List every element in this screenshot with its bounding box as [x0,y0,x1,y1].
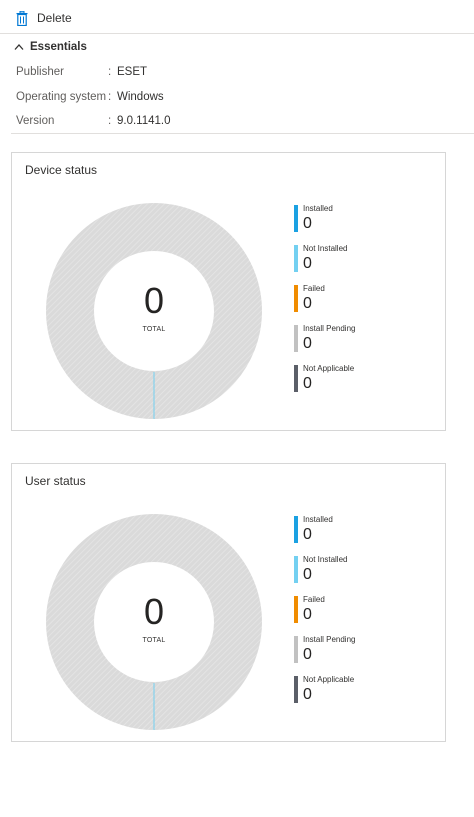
legend-label: Installed [303,515,333,524]
legend-item-install-pending[interactable]: Install Pending 0 [294,323,434,353]
legend-count: 0 [303,606,312,623]
legend-count: 0 [303,295,312,312]
essentials-title: Essentials [30,41,87,53]
device-total-label: TOTAL [142,326,166,333]
legend-label: Installed [303,204,333,213]
legend-count: 0 [303,646,312,663]
prop-key: Operating system [16,91,107,103]
legend-count: 0 [303,255,312,272]
legend-item-failed[interactable]: Failed 0 [294,283,434,313]
legend-item-failed[interactable]: Failed 0 [294,594,434,624]
legend-color-bar [294,245,298,272]
legend-label: Not Installed [303,555,348,564]
legend-item-not-installed[interactable]: Not Installed 0 [294,243,434,273]
user-total-label: TOTAL [142,637,166,644]
legend-count: 0 [303,526,312,543]
legend-label: Failed [303,284,325,293]
essentials-divider [11,133,474,134]
prop-key: Publisher [16,66,64,78]
legend-count: 0 [303,335,312,352]
legend-label: Not Applicable [303,675,355,684]
legend-label: Install Pending [303,324,356,333]
legend-label: Install Pending [303,635,356,644]
legend-color-bar [294,205,298,232]
legend-item-installed[interactable]: Installed 0 [294,203,434,233]
legend-count: 0 [303,686,312,703]
essentials-toggle[interactable]: Essentials [14,39,87,55]
prop-separator: : [108,66,112,78]
device-status-card: Device status 0 TOTAL Installed 0 Not In… [11,152,446,431]
command-bar: Delete [0,0,474,34]
prop-value: 9.0.1141.0 [117,115,171,127]
user-status-title: User status [25,474,86,488]
legend-label: Not Applicable [303,364,355,373]
legend-item-not-applicable[interactable]: Not Applicable 0 [294,674,434,704]
legend-color-bar [294,365,298,392]
user-total-count: 0 [143,591,165,632]
prop-key: Version [16,115,55,127]
legend-count: 0 [303,215,312,232]
delete-button[interactable]: Delete [16,8,72,28]
device-total-count: 0 [143,280,165,321]
legend-count: 0 [303,375,312,392]
legend-color-bar [294,325,298,352]
prop-value: ESET [117,66,148,78]
legend-item-installed[interactable]: Installed 0 [294,514,434,544]
delete-label: Delete [37,11,72,25]
chevron-up-icon [14,38,24,56]
legend-label: Not Installed [303,244,348,253]
legend-color-bar [294,285,298,312]
legend-color-bar [294,596,298,623]
legend-color-bar [294,556,298,583]
legend-color-bar [294,676,298,703]
legend-color-bar [294,516,298,543]
legend-item-not-applicable[interactable]: Not Applicable 0 [294,363,434,393]
prop-separator: : [108,115,112,127]
legend-count: 0 [303,566,312,583]
legend-item-not-installed[interactable]: Not Installed 0 [294,554,434,584]
prop-separator: : [108,91,112,103]
prop-value: Windows [117,91,164,103]
user-status-card: User status 0 TOTAL Installed 0 Not Inst… [11,463,446,742]
trash-icon [16,10,28,26]
legend-item-install-pending[interactable]: Install Pending 0 [294,634,434,664]
legend-label: Failed [303,595,325,604]
legend-color-bar [294,636,298,663]
device-status-title: Device status [25,163,98,177]
